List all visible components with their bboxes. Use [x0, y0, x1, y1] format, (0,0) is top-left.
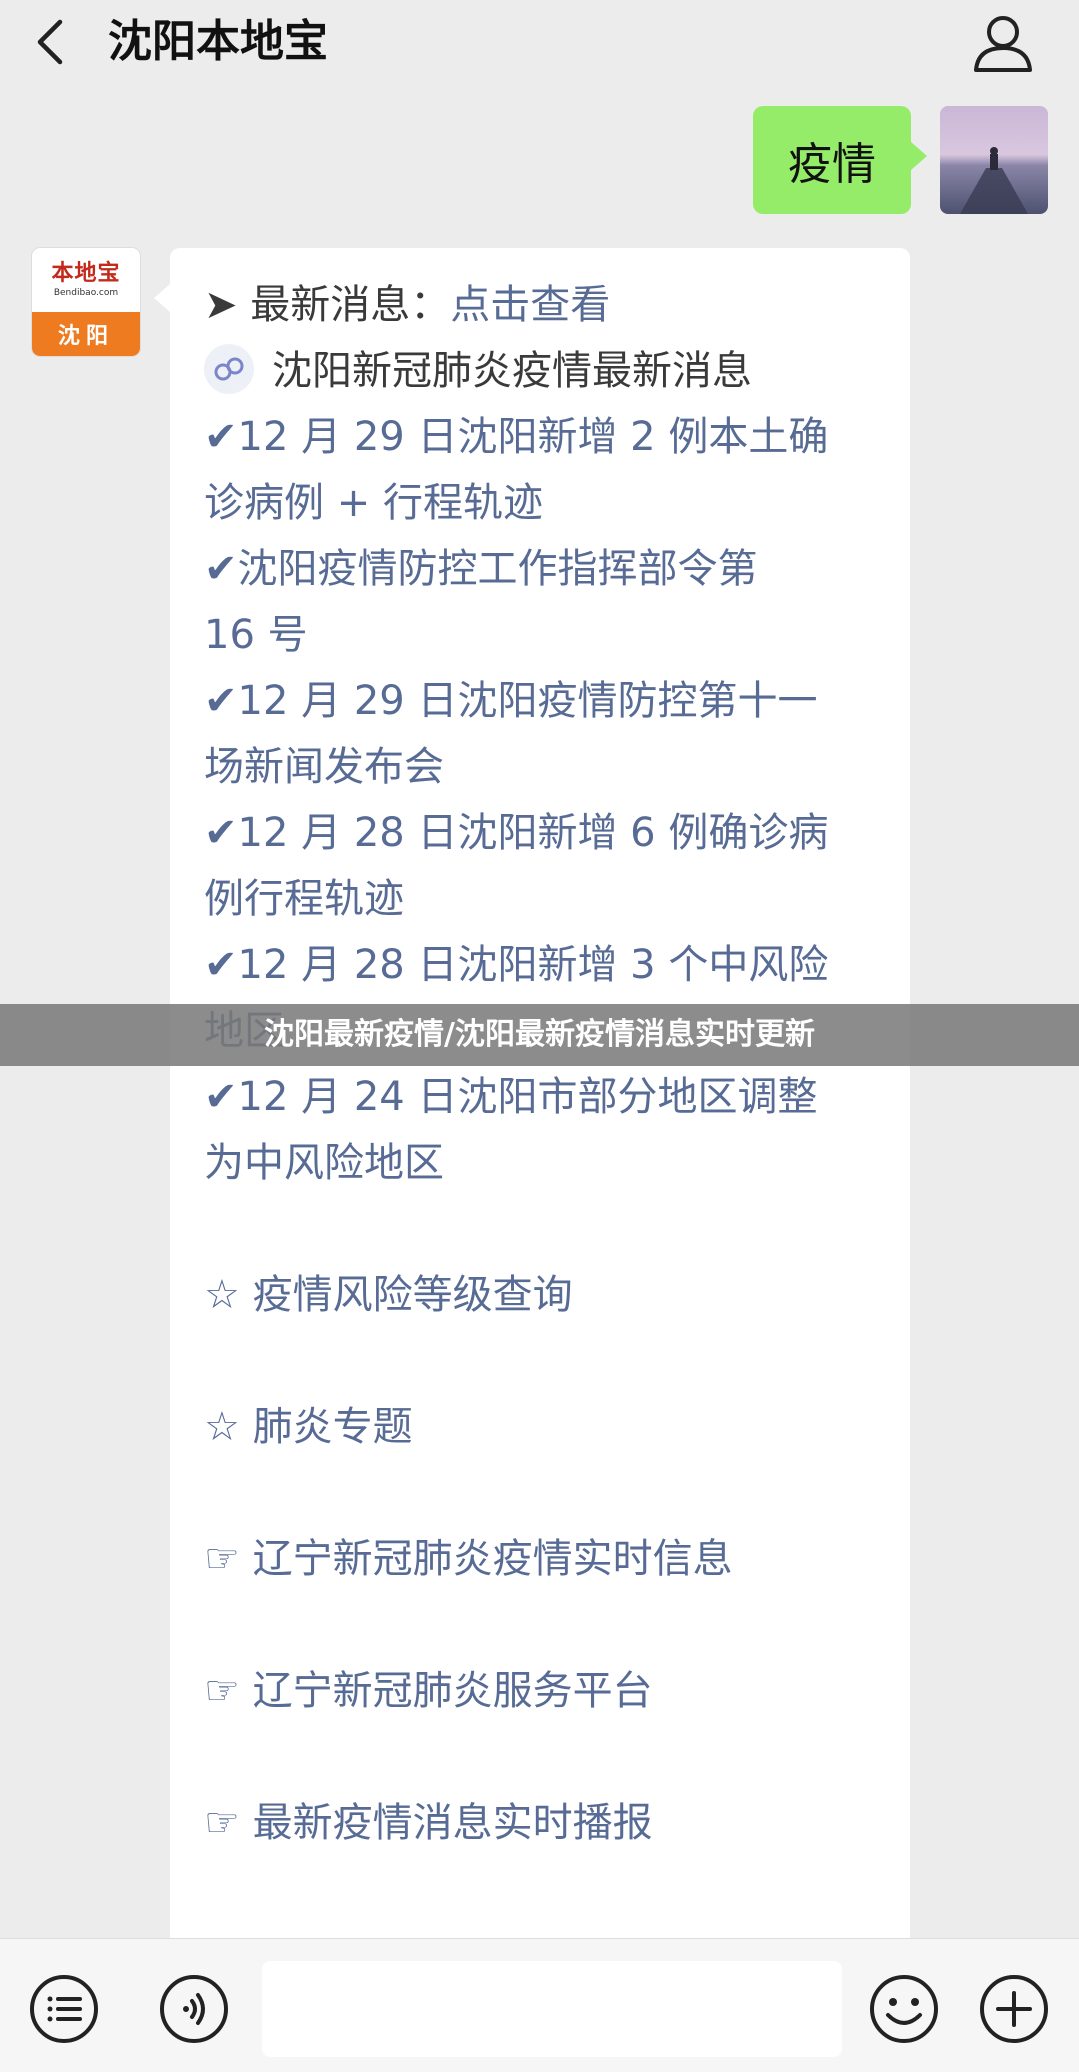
input-bar	[0, 1938, 1079, 2072]
page-title: 沈阳本地宝	[108, 16, 328, 67]
plus-icon	[980, 1975, 1048, 2043]
news-item[interactable]: 16 号	[204, 602, 308, 668]
chevron-left-icon	[37, 19, 63, 65]
logo-top: 本地宝 Bendibao.com	[32, 248, 140, 312]
mini-program-icon	[204, 344, 254, 394]
outgoing-message-bubble[interactable]: 疫情	[753, 106, 927, 214]
emoji-button[interactable]	[868, 1973, 940, 2045]
news-item[interactable]: ✔12 月 29 日沈阳疫情防控第十一	[204, 668, 817, 734]
user-icon	[974, 16, 1032, 72]
news-item[interactable]: ✔12 月 28 日沈阳新增 3 个中风险	[204, 932, 828, 998]
profile-button[interactable]	[968, 10, 1038, 76]
mini-program-title: 沈阳新冠肺炎疫情最新消息	[272, 348, 752, 394]
risk-level-query-link[interactable]: ☆ 疫情风险等级查询	[204, 1262, 573, 1328]
list-icon	[30, 1975, 98, 2043]
news-item[interactable]: ✔12 月 29 日沈阳新增 2 例本土确	[204, 404, 828, 470]
logo-city: 沈阳	[32, 312, 140, 356]
latest-news-line: ➤ 最新消息：点击查看	[204, 272, 610, 338]
news-item[interactable]: 例行程轨迹	[204, 866, 404, 932]
top-nav-bar: 沈阳本地宝	[0, 0, 1079, 86]
menu-button[interactable]	[28, 1973, 100, 2045]
more-button[interactable]	[978, 1973, 1050, 2045]
outgoing-message-text: 疫情	[788, 139, 876, 190]
liaoning-realtime-link[interactable]: ☞ 辽宁新冠肺炎疫情实时信息	[204, 1526, 733, 1592]
news-item[interactable]: 场新闻发布会	[204, 734, 444, 800]
news-item[interactable]: ✔12 月 28 日沈阳新增 6 例确诊病	[204, 800, 828, 866]
latest-news-label: ➤ 最新消息：	[204, 282, 451, 328]
liaoning-service-link[interactable]: ☞ 辽宁新冠肺炎服务平台	[204, 1658, 653, 1724]
mini-program-link[interactable]: 沈阳新冠肺炎疫情最新消息	[204, 338, 752, 404]
realtime-broadcast-link[interactable]: ☞ 最新疫情消息实时播报	[204, 1790, 653, 1856]
smiley-icon	[870, 1975, 938, 2043]
self-avatar[interactable]	[940, 106, 1048, 214]
voice-icon	[160, 1975, 228, 2043]
watermark-banner: 沈阳最新疫情/沈阳最新疫情消息实时更新	[0, 1004, 1079, 1066]
brand-logo-text: 本地宝	[51, 261, 121, 286]
incoming-message-bubble: ➤ 最新消息：点击查看 沈阳新冠肺炎疫情最新消息 ✔12 月 29 日沈阳新增 …	[154, 248, 910, 2048]
brand-domain: Bendibao.com	[53, 288, 119, 298]
back-button[interactable]	[28, 14, 78, 70]
view-link[interactable]: 点击查看	[450, 282, 610, 328]
bot-avatar[interactable]: 本地宝 Bendibao.com 沈阳	[32, 248, 140, 356]
voice-button[interactable]	[158, 1973, 230, 2045]
avatar-image	[940, 106, 1048, 214]
news-item[interactable]: ✔12 月 24 日沈阳市部分地区调整	[204, 1064, 817, 1130]
message-input[interactable]	[262, 1961, 842, 2057]
news-item[interactable]: ✔沈阳疫情防控工作指挥部令第	[204, 536, 758, 602]
pneumonia-topic-link[interactable]: ☆ 肺炎专题	[204, 1394, 413, 1460]
news-item[interactable]: 诊病例 + 行程轨迹	[204, 470, 543, 536]
news-item[interactable]: 为中风险地区	[204, 1130, 444, 1196]
